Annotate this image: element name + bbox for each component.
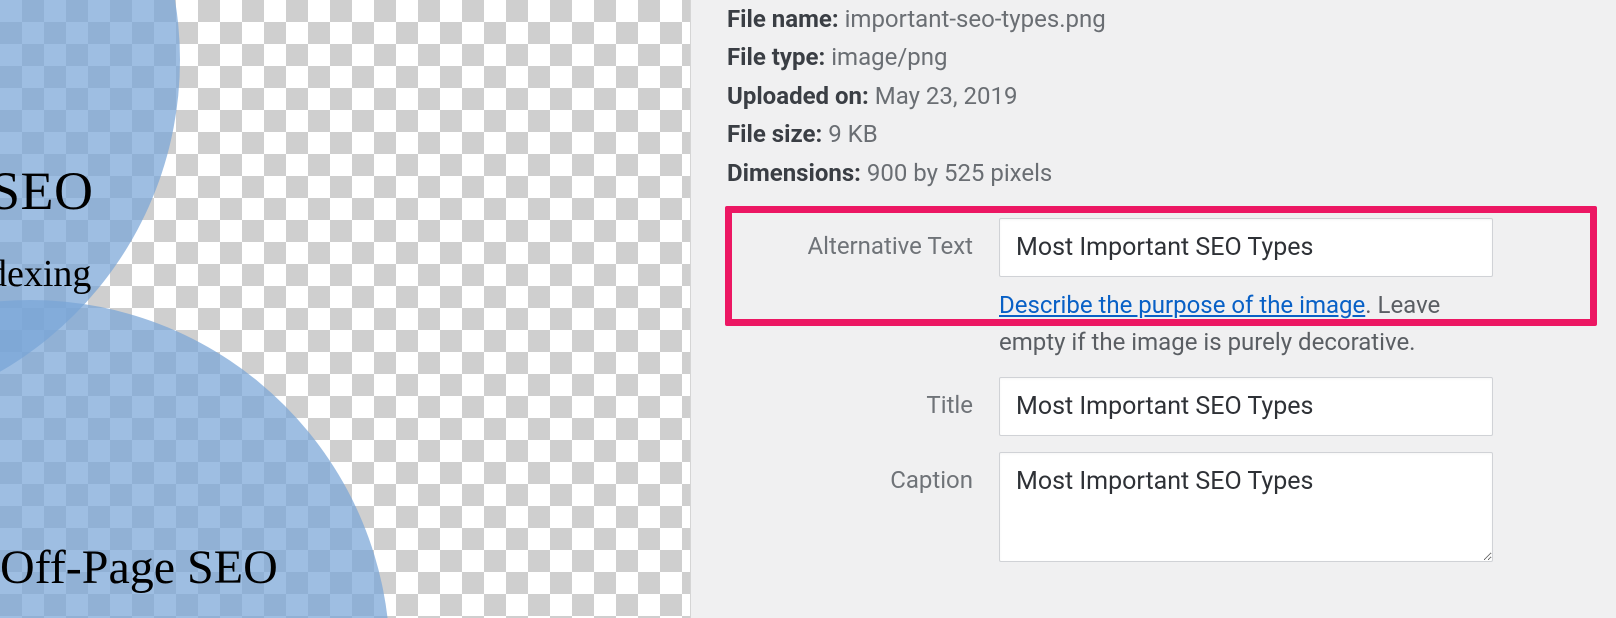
- meta-uploaded-value: May 23, 2019: [875, 82, 1018, 110]
- attachment-form: Alternative Text Describe the purpose of…: [691, 218, 1616, 562]
- meta-dimensions: Dimensions: 900 by 525 pixels: [727, 154, 1616, 192]
- meta-dimensions-value: 900 by 525 pixels: [867, 159, 1052, 187]
- alt-text-help-link[interactable]: Describe the purpose of the image: [999, 291, 1365, 319]
- meta-uploaded-label: Uploaded on:: [727, 82, 869, 110]
- form-row-title: Title: [721, 377, 1586, 436]
- alt-text-field-wrap: Describe the purpose of the image. Leave…: [999, 218, 1586, 361]
- alt-text-input[interactable]: [999, 218, 1493, 277]
- caption-field-wrap: [999, 452, 1586, 562]
- title-label: Title: [721, 377, 999, 419]
- meta-dimensions-label: Dimensions:: [727, 159, 861, 187]
- transparency-checkerboard: [0, 0, 690, 618]
- caption-label: Caption: [721, 452, 999, 494]
- alt-text-label: Alternative Text: [721, 218, 999, 260]
- title-field-wrap: [999, 377, 1586, 436]
- form-row-caption: Caption: [721, 452, 1586, 562]
- attachment-details-container: SEO dexing Off-Page SEO File name: impor…: [0, 0, 1616, 618]
- attachment-meta-block: File name: important-seo-types.png File …: [691, 0, 1616, 218]
- meta-file-size-value: 9 KB: [828, 120, 877, 148]
- title-input[interactable]: [999, 377, 1493, 436]
- meta-file-size: File size: 9 KB: [727, 115, 1616, 153]
- form-row-alt-text: Alternative Text Describe the purpose of…: [721, 218, 1586, 361]
- alt-text-help: Describe the purpose of the image. Leave…: [999, 287, 1493, 361]
- meta-file-type-value: image/png: [831, 43, 947, 71]
- meta-file-type-label: File type:: [727, 43, 825, 71]
- meta-file-type: File type: image/png: [727, 38, 1616, 76]
- attachment-details-panel: File name: important-seo-types.png File …: [690, 0, 1616, 618]
- caption-textarea[interactable]: [999, 452, 1493, 562]
- attachment-preview-panel: SEO dexing Off-Page SEO: [0, 0, 690, 618]
- meta-file-name-label: File name:: [727, 5, 839, 33]
- meta-file-name-value: important-seo-types.png: [845, 5, 1106, 33]
- meta-uploaded: Uploaded on: May 23, 2019: [727, 77, 1616, 115]
- meta-file-size-label: File size:: [727, 120, 822, 148]
- meta-file-name: File name: important-seo-types.png: [727, 0, 1616, 38]
